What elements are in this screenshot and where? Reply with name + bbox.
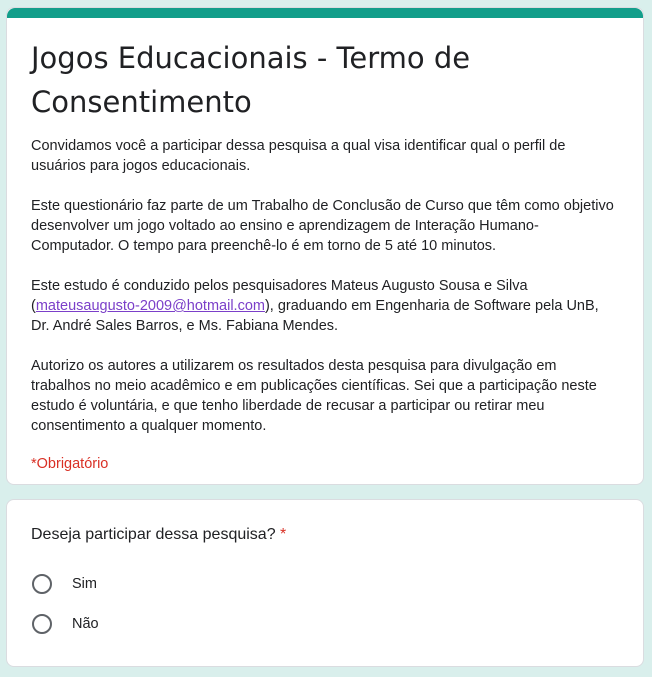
option-sim[interactable]: Sim — [31, 564, 619, 604]
form-header-card: Jogos Educacionais - Termo de Consentime… — [6, 7, 644, 485]
description-paragraph-2: Este questionário faz parte de um Trabal… — [31, 198, 614, 254]
option-label: Não — [72, 616, 99, 632]
question-title: Deseja participar dessa pesquisa? * — [31, 524, 619, 546]
required-note: *Obrigatório — [31, 456, 109, 472]
description-paragraph-3: Este estudo é conduzido pelos pesquisado… — [31, 276, 620, 336]
form-title: Jogos Educacionais - Termo de Consentime… — [31, 41, 471, 119]
description-paragraph-4: Autorizo os autores a utilizarem os resu… — [31, 358, 597, 434]
radio-button-icon[interactable] — [32, 574, 52, 594]
email-link[interactable]: mateusaugusto-2009@hotmail.com — [36, 298, 265, 314]
description-paragraph-1: Convidamos você a participar dessa pesqu… — [31, 138, 566, 174]
required-asterisk: * — [280, 526, 287, 543]
option-label: Sim — [72, 576, 97, 592]
question-text: Deseja participar dessa pesquisa? — [31, 526, 276, 543]
form-header: Jogos Educacionais - Termo de Consentime… — [7, 18, 643, 474]
option-nao[interactable]: Não — [31, 604, 619, 644]
radio-button-icon[interactable] — [32, 614, 52, 634]
question-card: Deseja participar dessa pesquisa? * Sim … — [6, 499, 644, 667]
accent-bar — [7, 8, 643, 18]
